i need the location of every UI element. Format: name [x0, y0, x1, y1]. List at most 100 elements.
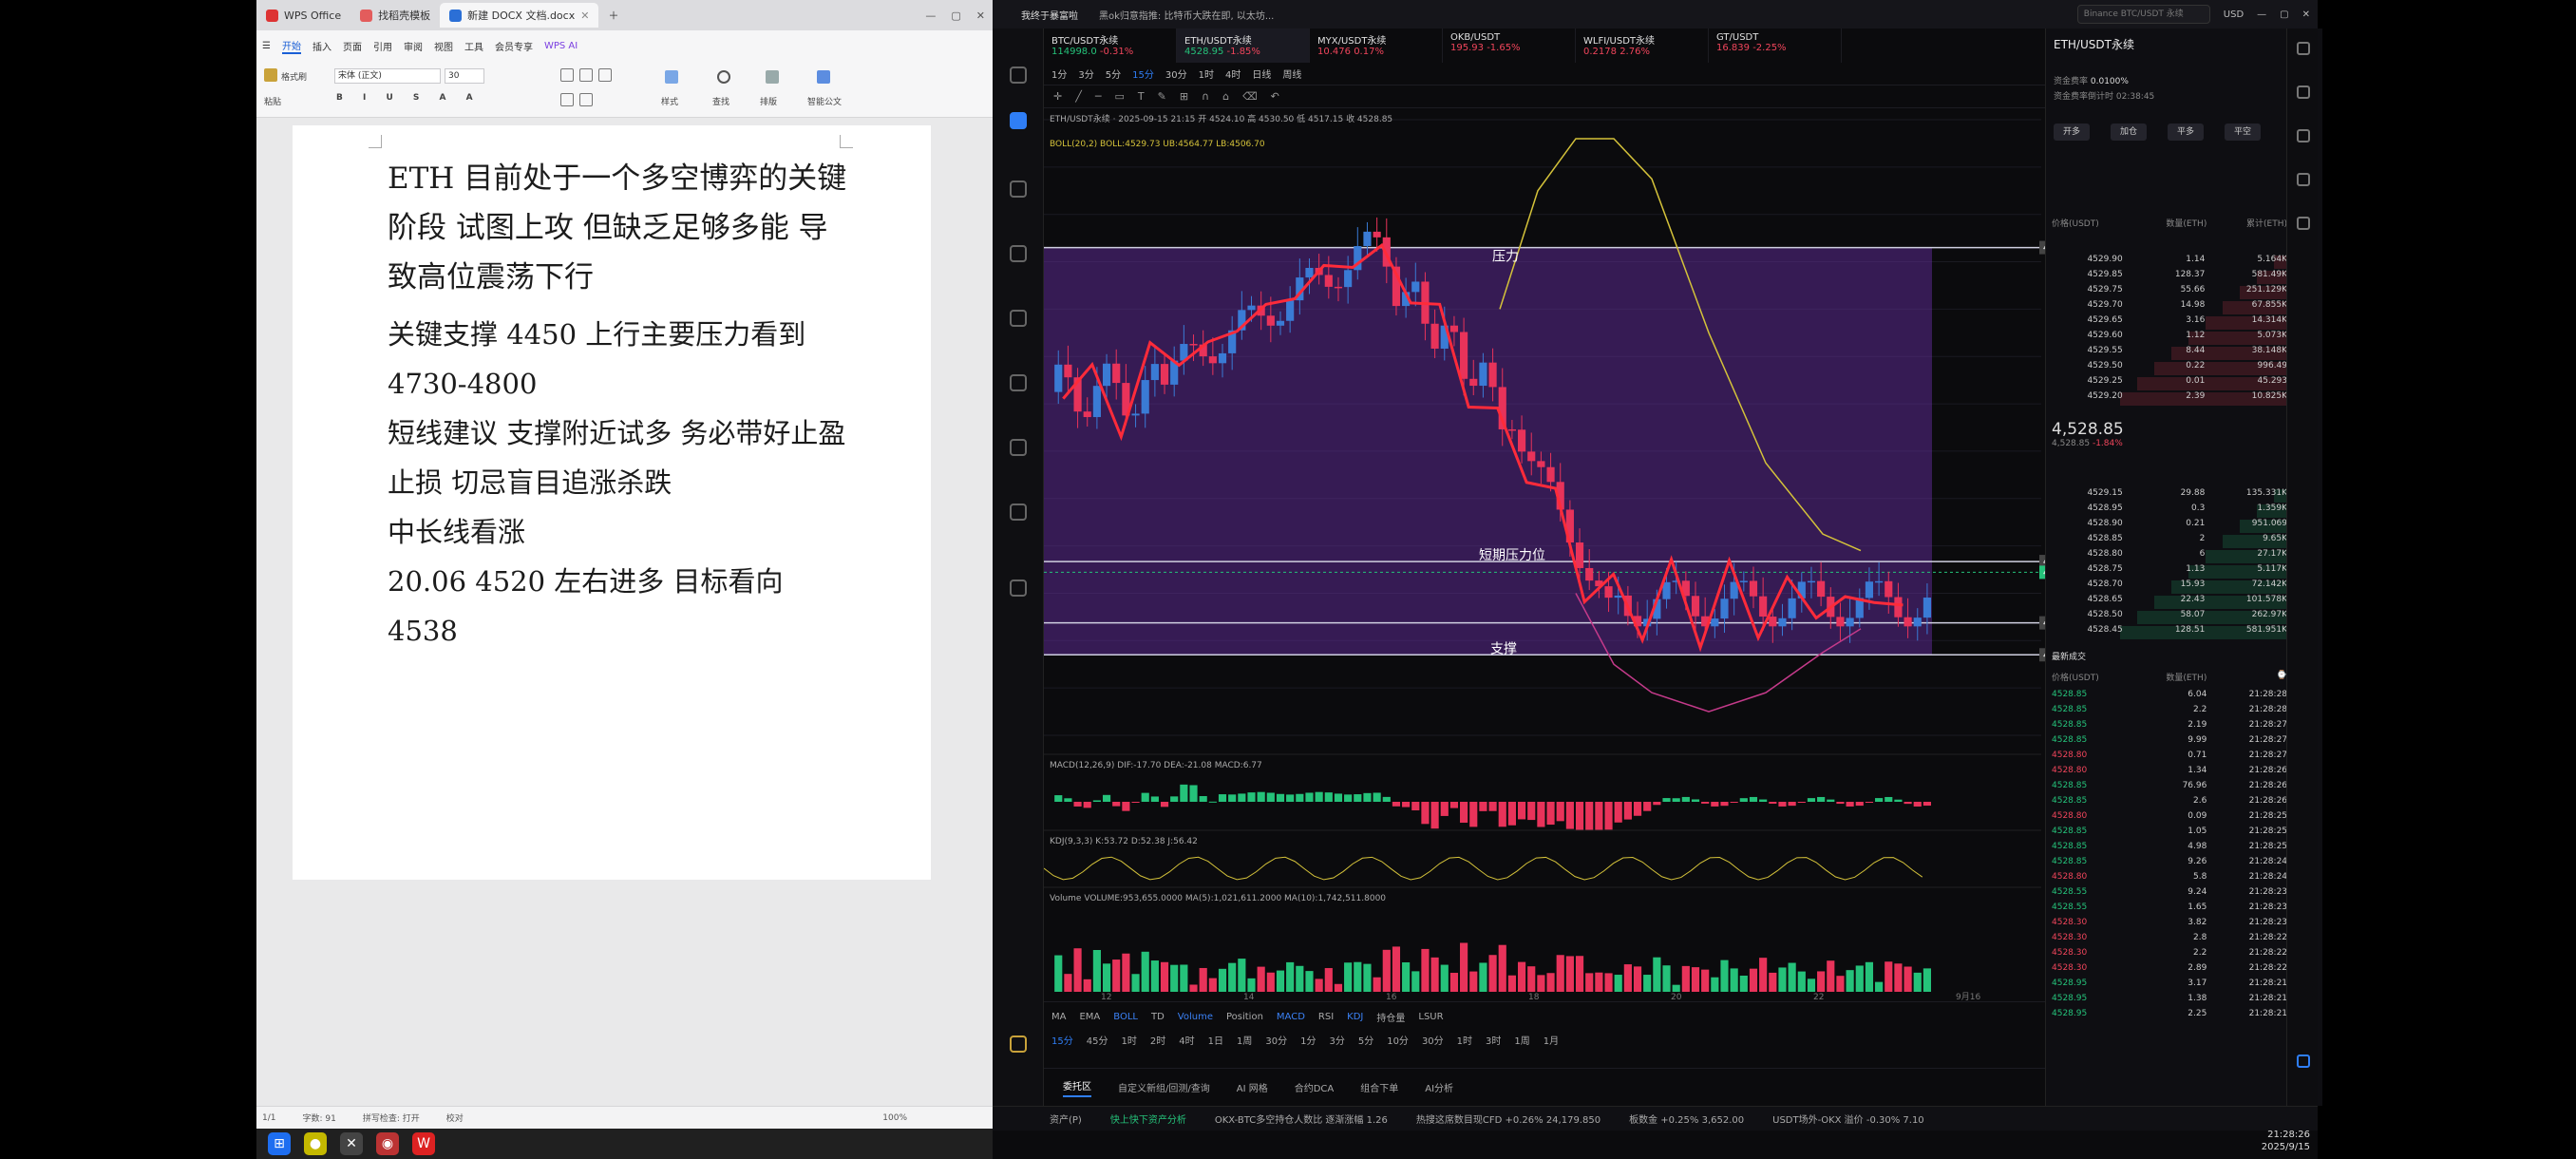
indicator-volume[interactable]: Volume — [1178, 1012, 1213, 1022]
indicator-rsi[interactable]: RSI — [1318, 1012, 1334, 1022]
timeframe-quick-5[interactable]: 1日 — [1208, 1033, 1223, 1047]
timeframe-8[interactable]: 周线 — [1282, 66, 1301, 81]
message-icon[interactable] — [2297, 129, 2310, 142]
new-tab-button[interactable]: ＋ — [598, 3, 628, 28]
timeframe-quick-10[interactable]: 5分 — [1358, 1033, 1373, 1047]
tab-wps-home[interactable]: WPS Office — [256, 3, 350, 28]
maximize-icon[interactable]: ▢ — [2280, 10, 2288, 20]
timeframe-quick-15[interactable]: 1周 — [1514, 1033, 1529, 1047]
proofread[interactable]: 校对 — [446, 1112, 464, 1124]
alert-icon[interactable] — [2297, 173, 2310, 186]
nav-markets[interactable] — [993, 180, 1044, 200]
open-long-button[interactable]: 开多 — [2054, 124, 2091, 141]
text-icon[interactable]: T — [1138, 90, 1145, 103]
document-text[interactable]: ETH 目前处于一个多空博弈的关键阶段 试图上攻 但缺乏足够多能 导致高位震荡下… — [388, 154, 853, 656]
timeframe-quick-8[interactable]: 1分 — [1300, 1033, 1316, 1047]
ask-row[interactable]: 4529.20 2.39 10.825K — [2046, 391, 2293, 407]
bottom-tab-2[interactable]: AI 网格 — [1237, 1080, 1268, 1094]
bottom-tab-4[interactable]: 组合下单 — [1360, 1080, 1398, 1094]
measure-icon[interactable]: ⊞ — [1180, 90, 1188, 103]
timeframe-quick-11[interactable]: 10分 — [1387, 1033, 1409, 1047]
document-page[interactable]: ETH 目前处于一个多空博弈的关键阶段 试图上攻 但缺乏足够多能 导致高位震荡下… — [293, 125, 931, 880]
nav-more[interactable] — [993, 580, 1044, 599]
settings-icon[interactable] — [2297, 86, 2310, 99]
text-format-buttons[interactable]: B I U S A A — [336, 93, 482, 103]
timeframe-quick-4[interactable]: 4时 — [1179, 1033, 1194, 1047]
tab-templates[interactable]: 找稻壳模板 — [350, 3, 440, 28]
nav-vip[interactable] — [993, 1036, 1044, 1055]
align-left-icon[interactable] — [560, 93, 574, 106]
bottom-tab-5[interactable]: AI分析 — [1425, 1080, 1453, 1094]
nav-home[interactable] — [993, 66, 1044, 86]
ticker-eth[interactable]: ETH/USDT永续 4528.95 -1.85% — [1177, 28, 1310, 63]
bid-row[interactable]: 4528.65 22.43 101.578K — [2046, 595, 2293, 610]
tab-document[interactable]: 新建 DOCX 文档.docx ✕ — [440, 3, 599, 28]
timeframe-quick-9[interactable]: 3分 — [1329, 1033, 1344, 1047]
undo-icon[interactable]: ↶ — [1271, 90, 1279, 103]
timeframe-7[interactable]: 日线 — [1252, 66, 1271, 81]
currency-select[interactable]: USD — [2224, 10, 2244, 20]
list-icon[interactable] — [560, 68, 574, 82]
indicator-kdj[interactable]: KDJ — [1347, 1012, 1363, 1022]
nav-orders[interactable] — [993, 504, 1044, 523]
kline-chart[interactable]: 4720.004700.004680.004660.004640.004620.… — [1044, 108, 2089, 1001]
timeframe-quick-16[interactable]: 1月 — [1544, 1033, 1559, 1047]
timeframe-quick-12[interactable]: 30分 — [1422, 1033, 1444, 1047]
official-doc-label[interactable]: 智能公文 — [807, 95, 842, 107]
arrange-icon[interactable] — [766, 70, 779, 84]
format-painter-label[interactable]: 格式刷 — [281, 70, 307, 83]
bid-row[interactable]: 4528.90 0.21 951.069 — [2046, 519, 2293, 534]
indicator-position[interactable]: Position — [1226, 1012, 1263, 1022]
official-doc-icon[interactable] — [817, 70, 830, 84]
style-icon[interactable] — [665, 70, 678, 84]
timeframe-2[interactable]: 5分 — [1106, 66, 1121, 81]
indicator-持仓量[interactable]: 持仓量 — [1376, 1010, 1405, 1024]
menu-member[interactable]: 会员专享 — [495, 39, 533, 53]
timeframe-quick-13[interactable]: 1时 — [1457, 1033, 1472, 1047]
magnet-icon[interactable]: ∩ — [1202, 90, 1209, 103]
ticker-btc[interactable]: BTC/USDT永续 114998.0 -0.31% — [1044, 28, 1177, 63]
app-icon[interactable]: ● — [304, 1132, 327, 1155]
start-icon[interactable]: ⊞ — [268, 1132, 291, 1155]
ask-row[interactable]: 4529.65 3.16 14.314K — [2046, 315, 2293, 331]
calendar-icon[interactable] — [2297, 217, 2310, 230]
indicator-macd[interactable]: MACD — [1277, 1012, 1305, 1022]
bottom-tab-0[interactable]: 委托区 — [1063, 1078, 1091, 1097]
bid-row[interactable]: 4528.45 128.51 581.951K — [2046, 625, 2293, 640]
close-icon[interactable]: ✕ — [976, 10, 985, 22]
find-icon[interactable] — [717, 70, 730, 84]
nav-copy[interactable] — [993, 310, 1044, 330]
minimize-icon[interactable]: — — [925, 10, 936, 22]
ask-row[interactable]: 4529.60 1.12 5.073K — [2046, 331, 2293, 346]
layout-icon[interactable] — [2297, 42, 2310, 55]
indicator-lsur[interactable]: LSUR — [1418, 1012, 1443, 1022]
menu-icon[interactable]: ☰ — [262, 41, 271, 51]
timeframe-quick-6[interactable]: 1周 — [1237, 1033, 1252, 1047]
indicator-ema[interactable]: EMA — [1079, 1012, 1100, 1022]
nav-web3[interactable] — [993, 374, 1044, 394]
align-center-icon[interactable] — [579, 93, 593, 106]
timeframe-quick-3[interactable]: 2时 — [1150, 1033, 1165, 1047]
bottom-tab-1[interactable]: 自定义新组/回测/查询 — [1118, 1080, 1210, 1094]
timeframe-quick-2[interactable]: 1时 — [1121, 1033, 1136, 1047]
indent-icon[interactable] — [598, 68, 612, 82]
ticker-myx[interactable]: MYX/USDT永续 10.476 0.17% — [1310, 28, 1443, 63]
menu-page[interactable]: 页面 — [343, 39, 362, 53]
font-name-select[interactable]: 宋体 (正文) — [334, 68, 441, 84]
close-icon[interactable]: ✕ — [2302, 10, 2310, 20]
bid-row[interactable]: 4529.15 29.88 135.331K — [2046, 488, 2293, 504]
cursor-icon[interactable]: ✛ — [1053, 90, 1062, 103]
menu-reference[interactable]: 引用 — [373, 39, 392, 53]
wps-app-icon[interactable]: W — [412, 1132, 435, 1155]
menu-insert[interactable]: 插入 — [313, 39, 331, 53]
bid-row[interactable]: 4528.95 0.3 1.359K — [2046, 504, 2293, 519]
indicator-ma[interactable]: MA — [1051, 1012, 1066, 1022]
chart-canvas[interactable]: 4720.004700.004680.004660.004640.004620.… — [1044, 108, 2089, 1001]
ask-row[interactable]: 4529.25 0.01 45.293 — [2046, 376, 2293, 391]
ask-row[interactable]: 4529.50 0.22 996.49 — [2046, 361, 2293, 376]
close-long-button[interactable]: 平多 — [2168, 124, 2205, 141]
paste-icon[interactable] — [264, 68, 277, 82]
add-position-button[interactable]: 加仓 — [2111, 124, 2148, 141]
menu-home[interactable]: 开始 — [281, 38, 301, 54]
ask-row[interactable]: 4529.75 55.66 251.129K — [2046, 285, 2293, 300]
